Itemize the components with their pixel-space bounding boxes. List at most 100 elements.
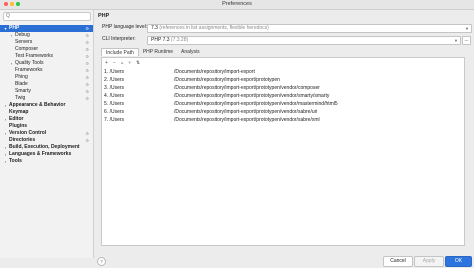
include-path-user: /Users [109,85,125,91]
chevron-right-icon[interactable]: › [3,116,8,123]
language-level-select[interactable]: 7.3 (references in list assignments, fle… [147,24,472,33]
project-scope-icon: ⚙ [85,89,89,94]
language-level-row: PHP language level: 7.3 (references in l… [102,23,472,33]
sidebar-item-label: Twig [15,95,26,101]
project-scope-icon: ⚙ [85,40,89,45]
close-window-button[interactable] [4,2,8,6]
include-path-value: /Documents/repository/import-export/prot… [174,93,330,99]
chevron-right-icon[interactable]: › [3,158,8,165]
chevron-right-icon[interactable]: › [9,32,14,39]
language-level-hint: (references in list assignments, flexibl… [159,25,269,31]
include-path-value: /Documents/repository/import-export/prot… [174,77,280,83]
include-path-row[interactable]: 6. /Users/Documents/repository/import-ex… [102,108,464,116]
remove-icon[interactable]: − [113,60,116,66]
include-path-list: 1. /Users/Documents/repository/import-ex… [102,68,464,124]
zoom-window-button[interactable] [16,2,20,6]
include-path-value: /Documents/repository/import-export/prot… [174,117,320,123]
include-path-prefix: 1. /Users [104,68,124,76]
include-path-prefix: 2. /Users [104,76,124,84]
sidebar-item[interactable]: › Quality Tools ⚙ [0,60,93,67]
sidebar-item[interactable]: Servers ⚙ [0,39,93,46]
tab[interactable]: Analysis [177,48,204,56]
minimize-window-button[interactable] [10,2,14,6]
sidebar-item[interactable]: › Build, Execution, Deployment [0,144,93,151]
move-down-icon[interactable]: ▾ [128,60,131,66]
sidebar-item-label: Directories [9,137,36,143]
sidebar-item-label: Plugins [9,123,28,129]
project-scope-icon: ⚙ [85,82,89,87]
sidebar-item[interactable]: Twig ⚙ [0,95,93,102]
add-icon[interactable]: + [105,60,108,66]
include-path-user: /Users [109,117,125,123]
tab[interactable]: PHP Runtime [139,48,177,56]
settings-sidebar: Q ▾ PHP ⚙ › Debug ⚙ Servers ⚙ Composer ⚙ Test Fram… [0,10,94,258]
chevron-down-icon: ▼ [454,38,458,43]
sidebar-item-label: Phing [15,74,28,80]
sort-icon[interactable]: ⇅ [136,60,140,66]
chevron-down-icon[interactable]: ▾ [3,25,8,32]
project-scope-icon: ⚙ [85,47,89,52]
chevron-right-icon[interactable]: › [9,60,14,67]
include-path-prefix: 4. /Users [104,92,124,100]
project-scope-icon: ⚙ [85,96,89,101]
include-path-row[interactable]: 1. /Users/Documents/repository/import-ex… [102,68,464,76]
sidebar-item[interactable]: › Appearance & Behavior [0,102,93,109]
include-path-prefix: 5. /Users [104,100,124,108]
sidebar-item-label: Debug [15,32,30,38]
cli-interpreter-select[interactable]: PHP 7.3 (7.3.28) ▼ [147,36,461,45]
chevron-right-icon[interactable]: › [3,151,8,158]
sidebar-item-label: Editor [9,116,24,122]
include-path-row[interactable]: 4. /Users/Documents/repository/import-ex… [102,92,464,100]
project-scope-icon: ⚙ [85,33,89,38]
project-scope-icon: ⚙ [85,75,89,80]
sidebar-item[interactable]: Directories ⚙ [0,137,93,144]
move-up-icon[interactable]: ▴ [121,60,124,66]
include-path-row[interactable]: 7. /Users/Documents/repository/import-ex… [102,116,464,124]
project-scope-icon: ⚙ [85,54,89,59]
cli-interpreter-row: CLI Interpreter: PHP 7.3 (7.3.28) ▼ ... [102,35,472,45]
sidebar-item[interactable]: › Debug ⚙ [0,32,93,39]
sidebar-item[interactable]: Phing ⚙ [0,74,93,81]
sidebar-item-label: Composer [15,46,39,52]
settings-search-input[interactable]: Q [3,12,91,21]
sidebar-item[interactable]: Frameworks ⚙ [0,67,93,74]
sidebar-item[interactable]: › Languages & Frameworks [0,151,93,158]
sidebar-item-label: Frameworks [15,67,43,73]
include-path-value: /Documents/repository/import-export/prot… [174,109,318,115]
sidebar-item-label: Test Frameworks [15,53,54,59]
sidebar-item[interactable]: Blade ⚙ [0,81,93,88]
include-path-prefix: 7. /Users [104,116,124,124]
include-path-user: /Users [109,109,125,115]
cli-interpreter-browse-button[interactable]: ... [462,36,471,45]
chevron-right-icon[interactable]: › [3,130,8,137]
include-path-value: /Documents/repository/import-export/prot… [174,85,320,91]
chevron-right-icon[interactable]: › [3,144,8,151]
sidebar-item[interactable]: Smarty ⚙ [0,88,93,95]
sidebar-item[interactable]: ▾ PHP ⚙ [0,25,93,32]
sidebar-item[interactable]: Test Frameworks ⚙ [0,53,93,60]
language-level-value: 7.3 [151,25,158,31]
include-path-row[interactable]: 2. /Users/Documents/repository/import-ex… [102,76,464,84]
main-panel: PHP PHP language level: 7.3 (references … [94,10,474,267]
chevron-right-icon[interactable]: › [3,102,8,109]
include-path-toolbar: + − ▴ ▾ ⇅ [105,60,140,66]
sidebar-item-label: Keymap [9,109,29,115]
include-path-row[interactable]: 3. /Users/Documents/repository/import-ex… [102,84,464,92]
include-path-row[interactable]: 5. /Users/Documents/repository/import-ex… [102,100,464,108]
tab[interactable]: Include Path [101,48,139,56]
include-path-value: /Documents/repository/import-export/prot… [174,101,338,107]
sidebar-item[interactable]: › Editor [0,116,93,123]
sidebar-item[interactable]: Composer ⚙ [0,46,93,53]
sidebar-item-label: Quality Tools [15,60,44,66]
help-button[interactable]: ? [97,257,106,266]
include-path-prefix: 6. /Users [104,108,124,116]
project-scope-icon: ⚙ [85,131,89,136]
sidebar-item[interactable]: › Tools [0,158,93,165]
sidebar-item[interactable]: Plugins [0,123,93,130]
sidebar-item-label: Blade [15,81,28,87]
sidebar-item[interactable]: Keymap [0,109,93,116]
include-path-prefix: 3. /Users [104,84,124,92]
sidebar-item[interactable]: › Version Control ⚙ [0,130,93,137]
include-path-user: /Users [109,69,125,75]
include-path-value: /Documents/repository/import-export [174,69,255,75]
